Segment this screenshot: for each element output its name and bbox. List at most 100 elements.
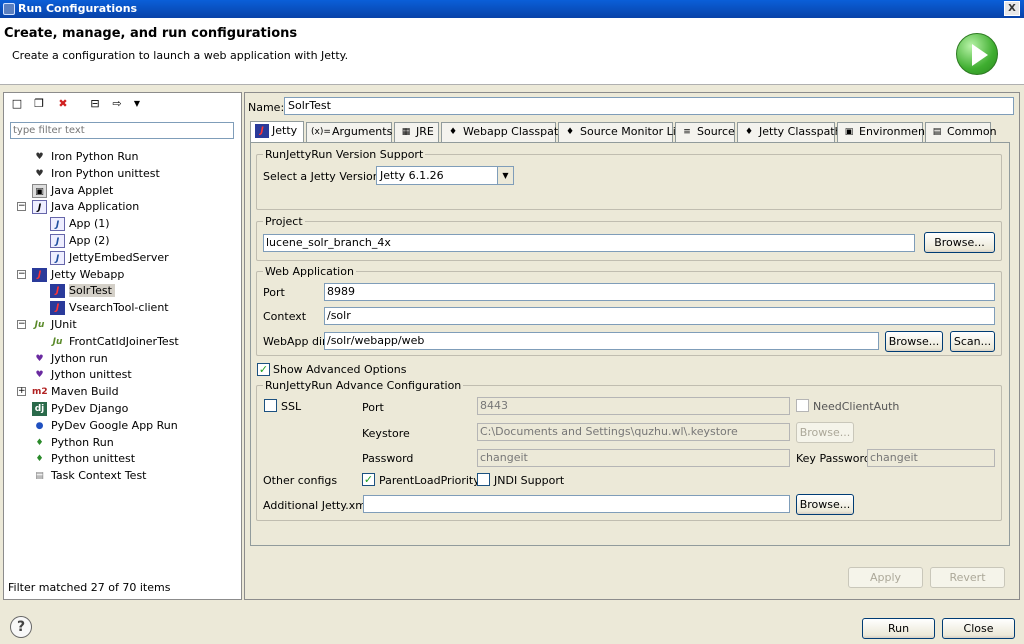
additional-jetty-xml-input[interactable] <box>363 495 790 513</box>
additional-jetty-xml-browse-button[interactable]: Browse... <box>796 494 854 515</box>
need-client-auth-checkbox[interactable] <box>796 399 809 412</box>
arguments-icon: (x)= <box>311 127 331 137</box>
port-label: Port <box>263 286 285 299</box>
tab-label: Webapp Classpath <box>463 125 566 138</box>
jndi-support-checkbox[interactable] <box>477 473 490 486</box>
tree-item-label: Maven Build <box>51 385 119 399</box>
tree-item-label: App (2) <box>69 234 110 247</box>
project-input[interactable]: lucene_solr_branch_4x <box>263 234 915 252</box>
tree-item[interactable]: ♦ Python unittest <box>32 450 135 467</box>
tree-item-label: VsearchTool-client <box>69 301 169 315</box>
tab-webapp-classpath[interactable]: ♦ Webapp Classpath <box>441 122 565 142</box>
tree-item-label: Iron Python Run <box>51 150 139 163</box>
delete-config-icon[interactable]: ✖ <box>56 97 70 111</box>
view-menu-icon[interactable]: ▼ <box>130 97 144 111</box>
tree-item-label: Java Applet <box>51 183 114 197</box>
filter-config-icon[interactable]: ⇨ <box>110 97 124 111</box>
tab-label: Jetty Classpath <box>759 125 842 138</box>
parent-load-priority-checkbox[interactable]: ✓ <box>362 473 375 486</box>
webapp-scan-button[interactable]: Scan... <box>950 331 995 352</box>
tab-jetty[interactable]: J Jetty <box>250 121 304 142</box>
tree-expander-icon[interactable]: − <box>17 202 26 212</box>
key-password-input[interactable]: changeit <box>867 449 995 467</box>
tree-item[interactable]: ♥ Iron Python unittest <box>32 165 160 182</box>
tab-environment[interactable]: ▣ Environment <box>837 122 929 142</box>
java-file-icon: J <box>50 250 65 265</box>
show-advanced-label: Show Advanced Options <box>273 363 407 376</box>
keystore-browse-button[interactable]: Browse... <box>796 422 854 443</box>
collapse-all-icon[interactable]: ⊟ <box>88 97 102 111</box>
configuration-tree-pane: □ ❐ ✖ ⊟ ⇨ ▼ ♥ Iron Python Run ♥ Iron Python… <box>3 92 242 600</box>
tree-item[interactable]: ♦ Python Run <box>32 434 113 451</box>
webapp-dir-browse-button[interactable]: Browse... <box>885 331 943 352</box>
tree-item[interactable]: ♥ Jython run <box>32 350 107 367</box>
tree-item[interactable]: J SolrTest <box>50 282 115 299</box>
tree-item[interactable]: J Jetty Webapp <box>32 266 124 283</box>
python-icon: ♦ <box>35 437 44 448</box>
tab-jre[interactable]: ▦ JRE <box>394 122 439 142</box>
iron-python-icon: ♥ <box>35 152 44 162</box>
tab-arguments[interactable]: (x)=Arguments <box>306 122 392 142</box>
keystore-input[interactable]: C:\Documents and Settings\quzhu.wl\.keys… <box>477 423 790 441</box>
filter-input[interactable] <box>10 122 234 139</box>
context-input[interactable]: /solr <box>324 307 995 325</box>
tree-item[interactable]: dj PyDev Django <box>32 400 128 417</box>
tree-item[interactable]: Ju FrontCatIdJoinerTest <box>50 333 179 350</box>
jetty-version-select[interactable]: Jetty 6.1.26 ▼ <box>376 166 514 185</box>
jetty-icon: J <box>50 301 65 316</box>
run-button[interactable]: Run <box>862 618 935 639</box>
apply-button[interactable]: Apply <box>848 567 923 588</box>
tree-item[interactable]: J Java Application <box>32 198 139 215</box>
tree-item[interactable]: J App (1) <box>50 215 110 232</box>
jetty-icon: J <box>32 267 47 282</box>
other-configs-label: Other configs <box>263 474 338 487</box>
tab-common[interactable]: ▤ Common <box>925 122 997 142</box>
duplicate-config-icon[interactable]: ❐ <box>32 97 46 111</box>
ssl-port-input[interactable]: 8443 <box>477 397 790 415</box>
version-legend: RunJettyRun Version Support <box>263 148 426 161</box>
tree-item[interactable]: J VsearchTool-client <box>50 299 169 316</box>
tree-item[interactable]: ▣ Java Applet <box>32 182 113 199</box>
tree-item[interactable]: ♥ Jython unittest <box>32 366 132 383</box>
close-button[interactable]: Close <box>942 618 1015 639</box>
project-browse-button[interactable]: Browse... <box>924 232 995 253</box>
tree-item-label: PyDev Google App Run <box>51 418 178 432</box>
window-close-button[interactable]: X <box>1004 1 1020 16</box>
app-icon <box>3 3 15 15</box>
show-advanced-checkbox[interactable]: ✓ <box>257 363 270 376</box>
ssl-checkbox[interactable] <box>264 399 277 412</box>
name-input[interactable]: SolrTest <box>284 97 1014 115</box>
tree-item-label: SolrTest <box>69 284 115 298</box>
iron-python-unittest-icon: ♥ <box>35 168 44 179</box>
new-config-icon[interactable]: □ <box>10 97 24 111</box>
help-icon[interactable]: ? <box>10 616 32 638</box>
jndi-support-label: JNDI Support <box>494 474 565 487</box>
tree-item[interactable]: ● PyDev Google App Run <box>32 417 178 434</box>
tree-expander-icon[interactable]: − <box>17 269 26 279</box>
webapp-dir-input[interactable]: /solr/webapp/web <box>324 332 879 350</box>
keystore-label: Keystore <box>362 427 410 440</box>
tree-expander-icon[interactable]: + <box>17 387 26 397</box>
chevron-down-icon[interactable]: ▼ <box>497 167 513 184</box>
tab-jetty-classpath[interactable]: ♦ Jetty Classpath <box>737 122 842 142</box>
tab-source-monitor-list[interactable]: ♦ Source Monitor List <box>558 122 686 142</box>
tree-item-label: PyDev Django <box>51 402 129 415</box>
revert-button[interactable]: Revert <box>930 567 1005 588</box>
tree-item-label: Jython unittest <box>51 368 132 382</box>
tree-item[interactable]: m2 Maven Build <box>32 383 119 400</box>
filter-status: Filter matched 27 of 70 items <box>8 581 171 594</box>
password-input[interactable]: changeit <box>477 449 790 467</box>
tree-item[interactable]: J App (2) <box>50 232 110 249</box>
tree-item[interactable]: ♥ Iron Python Run <box>32 148 138 165</box>
tree-item[interactable]: Ju JUnit <box>32 316 77 333</box>
tree-item[interactable]: J JettyEmbedServer <box>50 249 169 266</box>
tree-expander-icon[interactable]: − <box>17 320 26 329</box>
dialog-header: Create, manage, and run configurations C… <box>0 18 1024 85</box>
key-password-label: Key Password <box>796 452 871 465</box>
tab-label: Environment <box>859 125 930 138</box>
tree-item-label: Iron Python unittest <box>51 166 160 180</box>
tree-item[interactable]: ▤ Task Context Test <box>32 467 146 484</box>
tab-source[interactable]: ≡ Source <box>675 122 735 142</box>
tree-item-label: Python unittest <box>51 452 136 466</box>
port-input[interactable]: 8989 <box>324 283 995 301</box>
